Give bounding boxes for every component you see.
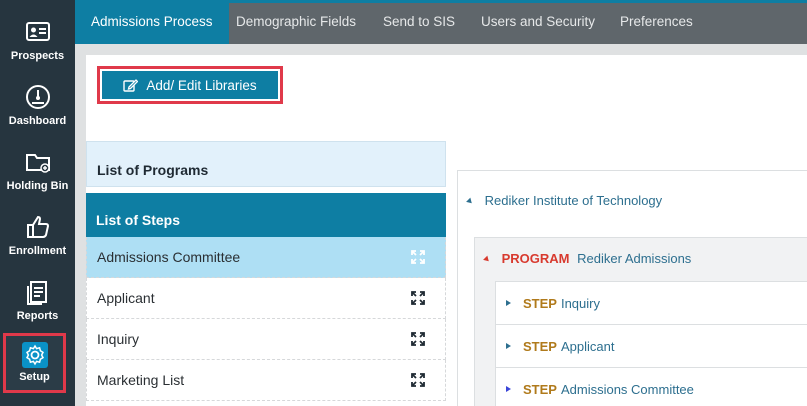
sidebar-item-setup[interactable]: Setup — [3, 333, 66, 393]
program-keyword: PROGRAM — [501, 251, 570, 266]
tab-preferences[interactable]: Preferences — [620, 0, 693, 44]
collapse-caret-icon[interactable] — [483, 255, 491, 264]
step-row-label: Inquiry — [97, 331, 140, 347]
sidebar-item-prospects[interactable]: Prospects — [0, 12, 75, 74]
add-edit-highlight: Add/ Edit Libraries — [97, 66, 283, 104]
edit-icon — [123, 78, 139, 92]
add-edit-libraries-label: Add/ Edit Libraries — [146, 77, 257, 93]
step-keyword: STEP — [523, 381, 557, 397]
collapse-caret-icon[interactable] — [466, 197, 474, 206]
top-nav: Admissions Process Demographic Fields Se… — [75, 0, 807, 44]
gear-icon — [21, 342, 48, 368]
sidebar-item-label: Reports — [16, 310, 59, 322]
expand-caret-icon[interactable] — [506, 300, 511, 306]
expand-arrows-icon[interactable] — [411, 250, 425, 264]
expand-arrows-icon[interactable] — [411, 373, 425, 387]
step-node-admissions-committee[interactable]: STEP Admissions Committee — [495, 367, 807, 406]
step-name: Inquiry — [560, 295, 600, 311]
expand-arrows-icon[interactable] — [411, 291, 425, 305]
step-node-applicant[interactable]: STEP Applicant — [495, 324, 807, 367]
tab-users-and-security[interactable]: Users and Security — [481, 0, 595, 44]
step-row-label: Marketing List — [97, 372, 185, 388]
sidebar-item-label: Holding Bin — [6, 180, 69, 192]
sidebar-item-holding-bin[interactable]: Holding Bin — [0, 142, 75, 204]
sidebar: Prospects Dashboard Holding Bin Enrollme… — [0, 0, 75, 406]
sidebar-item-reports[interactable]: Reports — [0, 272, 75, 334]
tab-send-to-sis[interactable]: Send to SIS — [383, 0, 455, 44]
program-name: Rediker Admissions — [577, 251, 692, 266]
folder-add-icon — [25, 154, 50, 173]
tab-admissions-process[interactable]: Admissions Process — [75, 0, 229, 44]
speedometer-icon — [25, 85, 50, 109]
expand-caret-icon[interactable] — [506, 343, 511, 349]
step-node-inquiry[interactable]: STEP Inquiry — [495, 281, 807, 324]
step-name: Admissions Committee — [560, 381, 694, 397]
add-edit-libraries-button[interactable]: Add/ Edit Libraries — [102, 71, 278, 99]
step-row-inquiry[interactable]: Inquiry — [86, 319, 446, 360]
step-row-applicant[interactable]: Applicant — [86, 278, 446, 319]
sidebar-item-label: Dashboard — [8, 115, 67, 127]
thumbs-up-icon — [26, 215, 49, 238]
nav-accent-line — [75, 0, 807, 3]
step-keyword: STEP — [523, 338, 557, 354]
tree-root-label: Rediker Institute of Technology — [484, 193, 663, 208]
list-of-programs-header[interactable]: List of Programs — [86, 141, 446, 187]
step-row-label: Applicant — [97, 290, 155, 306]
list-of-steps-header[interactable]: List of Steps — [86, 193, 446, 237]
expand-caret-icon[interactable] — [506, 386, 511, 392]
tab-demographic-fields[interactable]: Demographic Fields — [236, 0, 356, 44]
program-node[interactable]: PROGRAM Rediker Admissions — [483, 251, 692, 266]
sidebar-item-label: Prospects — [10, 50, 65, 62]
id-card-icon — [25, 22, 50, 41]
step-name: Applicant — [560, 338, 615, 354]
sidebar-item-dashboard[interactable]: Dashboard — [0, 77, 75, 139]
step-row-admissions-committee[interactable]: Admissions Committee — [86, 237, 446, 278]
tree-root-node[interactable]: Rediker Institute of Technology — [466, 193, 663, 208]
step-row-label: Admissions Committee — [97, 249, 241, 265]
sidebar-item-enrollment[interactable]: Enrollment — [0, 207, 75, 269]
sidebar-item-label: Setup — [19, 371, 50, 383]
sidebar-item-label: Enrollment — [8, 245, 67, 257]
expand-arrows-icon[interactable] — [411, 332, 425, 346]
step-keyword: STEP — [523, 295, 557, 311]
step-row-marketing-list[interactable]: Marketing List — [86, 360, 446, 401]
report-icon — [26, 281, 47, 305]
